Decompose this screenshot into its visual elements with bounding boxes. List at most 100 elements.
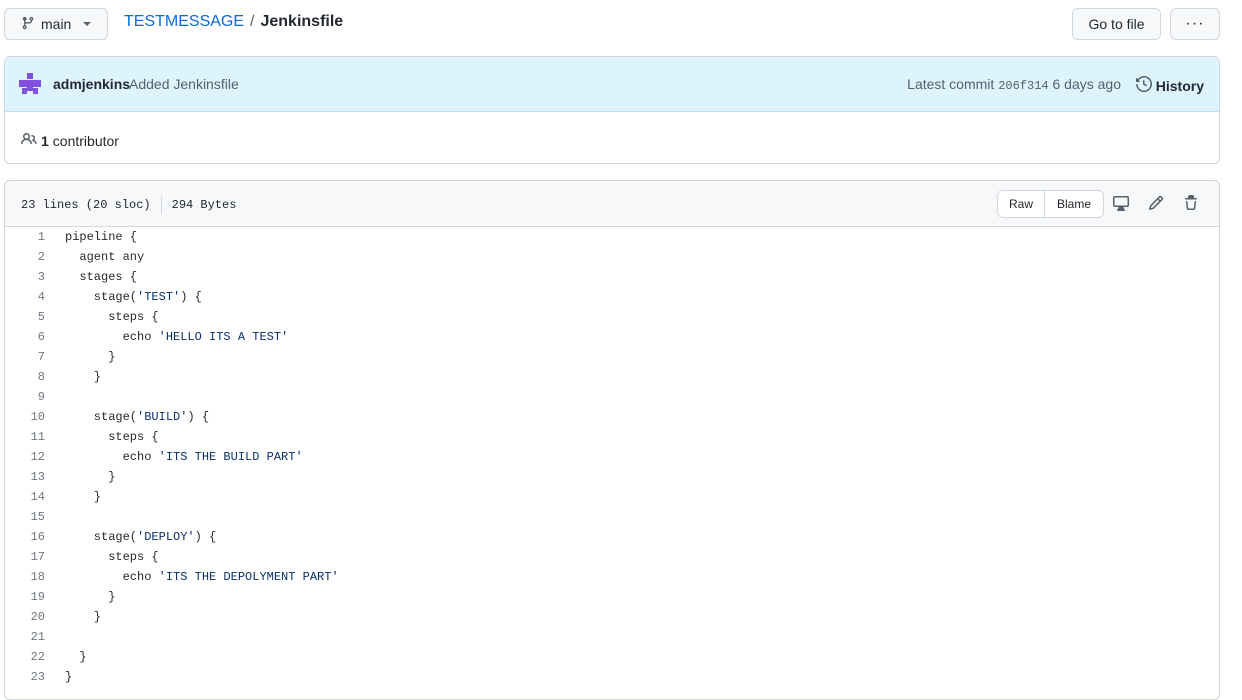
- code-line: 8 }: [5, 367, 1205, 387]
- history-icon: [1135, 75, 1152, 95]
- code-line: 21: [5, 627, 1205, 647]
- code-line: 4 stage('TEST') {: [5, 287, 1205, 307]
- line-number[interactable]: 5: [5, 307, 45, 327]
- code-line: 20 }: [5, 607, 1205, 627]
- string-literal: 'DEPLOY': [137, 530, 195, 544]
- string-literal: 'BUILD': [137, 410, 188, 424]
- blame-button[interactable]: Blame: [1044, 190, 1104, 218]
- go-to-file-button[interactable]: Go to file: [1072, 8, 1161, 40]
- line-number[interactable]: 21: [5, 627, 45, 647]
- divider: [160, 196, 162, 214]
- line-content: }: [65, 590, 116, 604]
- line-content: stages {: [65, 270, 138, 284]
- pencil-icon[interactable]: [1148, 195, 1164, 211]
- line-content: }: [65, 670, 73, 684]
- latest-commit-bar: admjenkins Added Jenkinsfile Latest comm…: [5, 57, 1219, 112]
- line-number[interactable]: 1: [5, 227, 45, 247]
- line-number[interactable]: 4: [5, 287, 45, 307]
- line-content: stage('DEPLOY') {: [65, 527, 216, 547]
- code-line: 9: [5, 387, 1205, 407]
- line-number[interactable]: 8: [5, 367, 45, 387]
- line-content: echo 'ITS THE DEPOLYMENT PART': [65, 567, 339, 587]
- display-icon[interactable]: [1113, 195, 1129, 211]
- line-number[interactable]: 14: [5, 487, 45, 507]
- line-content: }: [65, 490, 102, 504]
- line-number[interactable]: 19: [5, 587, 45, 607]
- line-number[interactable]: 9: [5, 387, 45, 407]
- trash-icon[interactable]: [1183, 195, 1199, 211]
- code-line: 5 steps {: [5, 307, 1205, 327]
- code-line: 14 }: [5, 487, 1205, 507]
- line-number[interactable]: 23: [5, 667, 45, 687]
- line-content: }: [65, 350, 116, 364]
- line-number[interactable]: 18: [5, 567, 45, 587]
- line-content: stage('TEST') {: [65, 287, 202, 307]
- code-line: 1 pipeline {: [5, 227, 1205, 247]
- people-icon: [21, 131, 37, 150]
- line-number[interactable]: 10: [5, 407, 45, 427]
- code-line: 7 }: [5, 347, 1205, 367]
- code-token: stage(: [65, 290, 138, 304]
- string-literal: 'TEST': [137, 290, 181, 304]
- line-number[interactable]: 6: [5, 327, 45, 347]
- contributor-count: 1: [41, 132, 49, 149]
- line-number[interactable]: 12: [5, 447, 45, 467]
- line-number[interactable]: 22: [5, 647, 45, 667]
- code-line: 13 }: [5, 467, 1205, 487]
- chevron-down-icon: [83, 22, 92, 26]
- line-number[interactable]: 11: [5, 427, 45, 447]
- line-content: steps {: [65, 310, 159, 324]
- file-size: 294 Bytes: [171, 198, 237, 212]
- code-line: 17 steps {: [5, 547, 1205, 567]
- breadcrumb-repo-link[interactable]: TESTMESSAGE: [124, 13, 244, 30]
- code-line: 2 agent any: [5, 247, 1205, 267]
- string-literal: 'HELLO ITS A TEST': [158, 330, 289, 344]
- file-info: 23 lines (20 sloc) 294 Bytes: [21, 196, 236, 214]
- line-content: }: [65, 370, 102, 384]
- commit-author-link[interactable]: admjenkins: [53, 76, 130, 92]
- line-number[interactable]: 16: [5, 527, 45, 547]
- avatar[interactable]: [19, 73, 41, 95]
- line-number[interactable]: 2: [5, 247, 45, 267]
- code-line: 19 }: [5, 587, 1205, 607]
- line-number[interactable]: 17: [5, 547, 45, 567]
- line-number[interactable]: 3: [5, 267, 45, 287]
- line-number[interactable]: 20: [5, 607, 45, 627]
- code-line: 16 stage('DEPLOY') {: [5, 527, 1205, 547]
- commit-box: admjenkins Added Jenkinsfile Latest comm…: [4, 56, 1220, 164]
- raw-button[interactable]: Raw: [997, 190, 1045, 218]
- code-token: ) {: [194, 530, 217, 544]
- line-number[interactable]: 7: [5, 347, 45, 367]
- line-content: steps {: [65, 550, 159, 564]
- latest-commit-info: Latest commit 206f314 6 days ago: [907, 76, 1121, 93]
- commit-message-link[interactable]: Added Jenkinsfile: [129, 76, 239, 92]
- code-token: echo: [65, 570, 159, 584]
- line-number[interactable]: 13: [5, 467, 45, 487]
- contributors-link[interactable]: 1 contributor: [21, 131, 119, 150]
- code-line: 10 stage('BUILD') {: [5, 407, 1205, 427]
- file-line-count: 23 lines (20 sloc): [21, 198, 151, 212]
- history-label: History: [1155, 77, 1204, 94]
- more-options-button[interactable]: ···: [1170, 8, 1220, 40]
- line-content: }: [65, 470, 116, 484]
- commit-sha-link[interactable]: 206f314: [998, 79, 1048, 93]
- code-line: 11 steps {: [5, 427, 1205, 447]
- line-content: }: [65, 650, 87, 664]
- contributor-label: contributor: [52, 132, 119, 149]
- code-token: echo: [65, 330, 159, 344]
- code-token: stage(: [65, 530, 138, 544]
- code-token: ) {: [187, 410, 210, 424]
- code-line: 22 }: [5, 647, 1205, 667]
- line-content: pipeline {: [65, 230, 138, 244]
- file-viewer: 23 lines (20 sloc) 294 Bytes Raw Blame 1…: [4, 180, 1220, 700]
- line-content: echo 'HELLO ITS A TEST': [65, 327, 289, 347]
- string-literal: 'ITS THE BUILD PART': [158, 450, 303, 464]
- line-number[interactable]: 15: [5, 507, 45, 527]
- branch-name: main: [41, 16, 72, 32]
- history-link[interactable]: History: [1135, 75, 1204, 95]
- code-line: 18 echo 'ITS THE DEPOLYMENT PART': [5, 567, 1205, 587]
- code-line: 12 echo 'ITS THE BUILD PART': [5, 447, 1205, 467]
- commit-time: 6 days ago: [1052, 76, 1122, 92]
- branch-selector-button[interactable]: main: [4, 8, 108, 40]
- code-token: echo: [65, 450, 159, 464]
